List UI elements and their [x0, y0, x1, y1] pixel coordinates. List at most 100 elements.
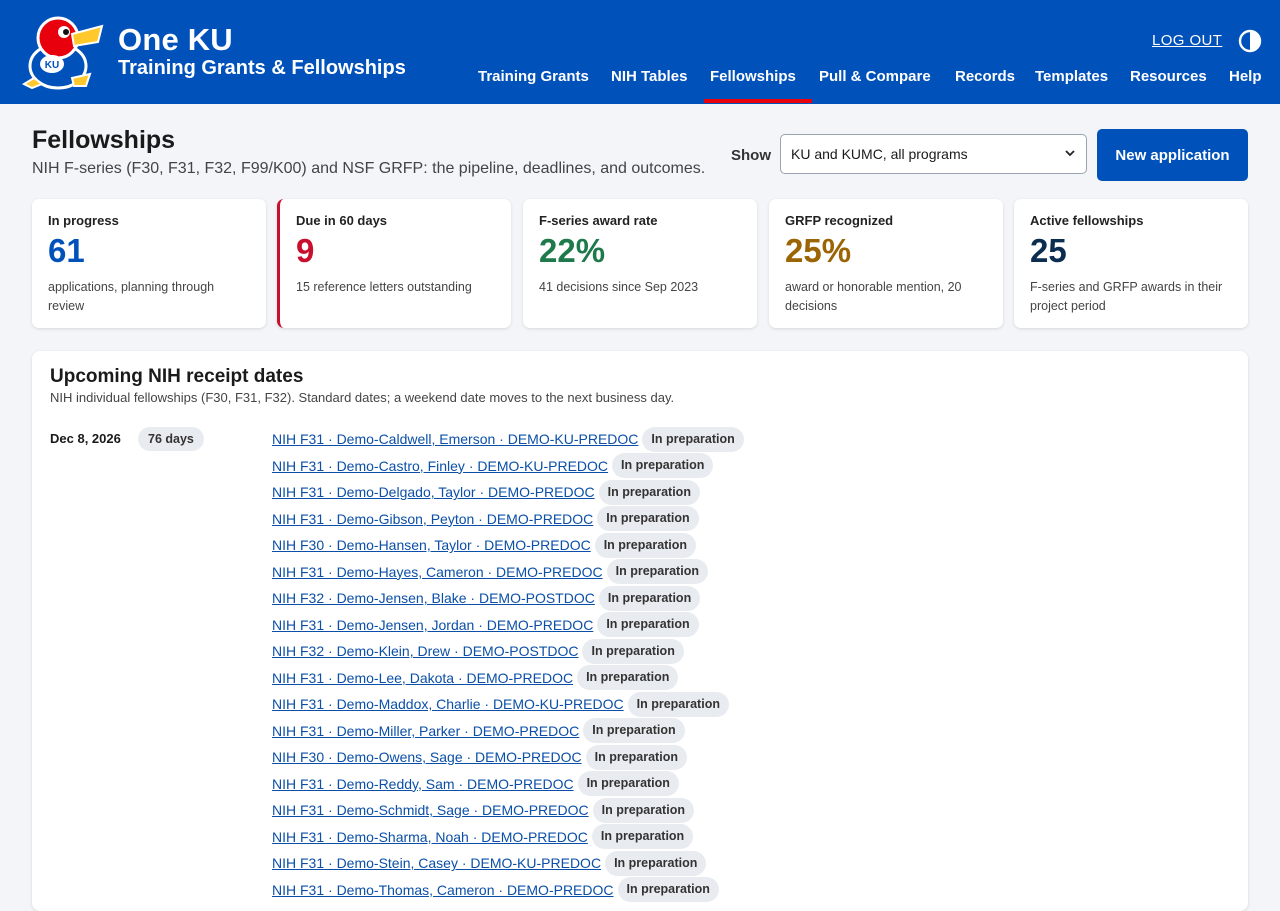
stat-note: award or honorable mention, 20 decisions	[785, 279, 962, 313]
application-list: NIH F31 · Demo-Caldwell, Emerson · DEMO-…	[272, 426, 744, 903]
stat-note: applications, planning through review	[48, 279, 215, 313]
list-item: NIH F32 · Demo-Klein, Drew · DEMO-POSTDO…	[272, 638, 744, 665]
stat-label: F-series award rate	[539, 213, 658, 228]
nav-records[interactable]: Records	[955, 68, 1015, 85]
chevron-down-icon	[1064, 147, 1076, 162]
stat-note: 15 reference letters outstanding	[296, 279, 472, 294]
page-description: NIH F-series (F30, F31, F32, F99/K00) an…	[32, 160, 706, 177]
application-link[interactable]: NIH F31 · Demo-Hayes, Cameron · DEMO-PRE…	[272, 564, 603, 580]
app-subtitle: Training Grants & Fellowships	[118, 57, 406, 79]
stat-card-award-rate[interactable]: F-series award rate 22% 41 decisions sin…	[523, 199, 757, 328]
stat-value: 22%	[539, 232, 606, 269]
status-badge: In preparation	[585, 744, 687, 770]
application-link[interactable]: NIH F30 · Demo-Owens, Sage · DEMO-PREDOC	[272, 749, 582, 765]
application-link[interactable]: NIH F30 · Demo-Hansen, Taylor · DEMO-PRE…	[272, 537, 591, 553]
nav-fellowships[interactable]: Fellowships	[710, 68, 796, 85]
stat-label: In progress	[48, 213, 119, 228]
status-badge: In preparation	[642, 426, 744, 452]
list-item: NIH F31 · Demo-Hayes, Cameron · DEMO-PRE…	[272, 559, 744, 586]
application-link[interactable]: NIH F32 · Demo-Klein, Drew · DEMO-POSTDO…	[272, 643, 578, 659]
list-item: NIH F31 · Demo-Lee, Dakota · DEMO-PREDOC…	[272, 665, 744, 692]
logout-link[interactable]: LOG OUT	[1152, 32, 1222, 49]
receipt-dates-panel: Upcoming NIH receipt dates NIH individua…	[32, 351, 1248, 911]
program-filter-value: KU and KUMC, all programs	[791, 146, 968, 162]
list-item: NIH F31 · Demo-Delgado, Taylor · DEMO-PR…	[272, 479, 744, 506]
status-badge: In preparation	[605, 850, 707, 876]
application-link[interactable]: NIH F32 · Demo-Jensen, Blake · DEMO-POST…	[272, 590, 595, 606]
list-item: NIH F31 · Demo-Maddox, Charlie · DEMO-KU…	[272, 691, 744, 718]
show-filter-label: Show	[731, 147, 771, 164]
status-badge: In preparation	[598, 585, 701, 611]
stat-card-in-progress[interactable]: In progress 61 applications, planning th…	[32, 199, 266, 328]
app-title: One KU	[118, 22, 233, 57]
stat-value: 9	[296, 232, 315, 269]
stat-value: 25%	[785, 232, 852, 269]
stat-note: 41 decisions since Sep 2023	[539, 279, 699, 294]
stat-card-active[interactable]: Active fellowships 25 F-series and GRFP …	[1014, 199, 1248, 328]
stat-label: GRFP recognized	[785, 213, 894, 228]
application-link[interactable]: NIH F31 · Demo-Jensen, Jordan · DEMO-PRE…	[272, 617, 593, 633]
application-link[interactable]: NIH F31 · Demo-Caldwell, Emerson · DEMO-…	[272, 431, 638, 447]
status-badge: In preparation	[592, 797, 694, 823]
application-link[interactable]: NIH F31 · Demo-Thomas, Cameron · DEMO-PR…	[272, 882, 614, 898]
stat-card-grfp[interactable]: GRFP recognized 25% award or honorable m…	[769, 199, 1003, 328]
active-tab-indicator	[704, 99, 812, 103]
application-link[interactable]: NIH F31 · Demo-Lee, Dakota · DEMO-PREDOC	[272, 670, 573, 686]
svg-text:KU: KU	[45, 60, 59, 71]
application-link[interactable]: NIH F31 · Demo-Gibson, Peyton · DEMO-PRE…	[272, 511, 593, 527]
jayhawk-logo-icon[interactable]: KU	[14, 12, 106, 92]
panel-title: Upcoming NIH receipt dates	[50, 366, 304, 387]
list-item: NIH F30 · Demo-Owens, Sage · DEMO-PREDOC…	[272, 744, 744, 771]
application-link[interactable]: NIH F31 · Demo-Stein, Casey · DEMO-KU-PR…	[272, 855, 601, 871]
list-item: NIH F31 · Demo-Miller, Parker · DEMO-PRE…	[272, 718, 744, 745]
application-link[interactable]: NIH F31 · Demo-Maddox, Charlie · DEMO-KU…	[272, 696, 624, 712]
nav-help[interactable]: Help	[1229, 68, 1262, 85]
page-title: Fellowships	[32, 126, 176, 154]
stat-card-due-soon[interactable]: Due in 60 days 9 15 reference letters ou…	[277, 199, 511, 328]
status-badge: In preparation	[606, 559, 708, 585]
stat-value: 61	[48, 232, 85, 269]
nav-pull-compare[interactable]: Pull & Compare	[819, 68, 931, 85]
status-badge: In preparation	[577, 771, 679, 797]
stat-label: Due in 60 days	[296, 213, 388, 228]
program-filter-select[interactable]: KU and KUMC, all programs	[780, 134, 1087, 174]
status-badge: In preparation	[597, 612, 699, 638]
status-badge: In preparation	[597, 506, 699, 532]
list-item: NIH F32 · Demo-Jensen, Blake · DEMO-POST…	[272, 585, 744, 612]
panel-subtitle: NIH individual fellowships (F30, F31, F3…	[50, 390, 675, 405]
status-badge: In preparation	[591, 824, 694, 850]
list-item: NIH F31 · Demo-Caldwell, Emerson · DEMO-…	[272, 426, 744, 453]
stat-value: 25	[1030, 232, 1067, 269]
contrast-toggle-icon[interactable]	[1238, 29, 1262, 53]
application-link[interactable]: NIH F31 · Demo-Schmidt, Sage · DEMO-PRED…	[272, 802, 589, 818]
nav-templates[interactable]: Templates	[1035, 68, 1108, 85]
list-item: NIH F31 · Demo-Stein, Casey · DEMO-KU-PR…	[272, 850, 744, 877]
days-remaining-badge: 76 days	[138, 427, 204, 451]
status-badge: In preparation	[598, 479, 700, 505]
application-link[interactable]: NIH F31 · Demo-Castro, Finley · DEMO-KU-…	[272, 458, 608, 474]
status-badge: In preparation	[617, 877, 719, 903]
nav-training-grants[interactable]: Training Grants	[478, 68, 589, 85]
nav-resources[interactable]: Resources	[1130, 68, 1207, 85]
application-link[interactable]: NIH F31 · Demo-Delgado, Taylor · DEMO-PR…	[272, 484, 595, 500]
application-link[interactable]: NIH F31 · Demo-Sharma, Noah · DEMO-PREDO…	[272, 829, 588, 845]
list-item: NIH F31 · Demo-Thomas, Cameron · DEMO-PR…	[272, 877, 744, 904]
status-badge: In preparation	[582, 638, 684, 664]
list-item: NIH F31 · Demo-Schmidt, Sage · DEMO-PRED…	[272, 797, 744, 824]
new-application-button[interactable]: New application	[1097, 129, 1248, 181]
stat-note: F-series and GRFP awards in their projec…	[1030, 279, 1223, 313]
list-item: NIH F31 · Demo-Gibson, Peyton · DEMO-PRE…	[272, 506, 744, 533]
application-link[interactable]: NIH F31 · Demo-Miller, Parker · DEMO-PRE…	[272, 723, 579, 739]
list-item: NIH F31 · Demo-Jensen, Jordan · DEMO-PRE…	[272, 612, 744, 639]
status-badge: In preparation	[583, 718, 685, 744]
status-badge: In preparation	[612, 453, 714, 479]
list-item: NIH F30 · Demo-Hansen, Taylor · DEMO-PRE…	[272, 532, 744, 559]
list-item: NIH F31 · Demo-Reddy, Sam · DEMO-PREDOC I…	[272, 771, 744, 798]
receipt-date: Dec 8, 2026	[50, 431, 121, 446]
status-badge: In preparation	[594, 532, 697, 558]
nav-nih-tables[interactable]: NIH Tables	[611, 68, 687, 85]
stat-label: Active fellowships	[1030, 213, 1144, 228]
status-badge: In preparation	[627, 691, 729, 717]
status-badge: In preparation	[577, 665, 679, 691]
application-link[interactable]: NIH F31 · Demo-Reddy, Sam · DEMO-PREDOC	[272, 776, 574, 792]
